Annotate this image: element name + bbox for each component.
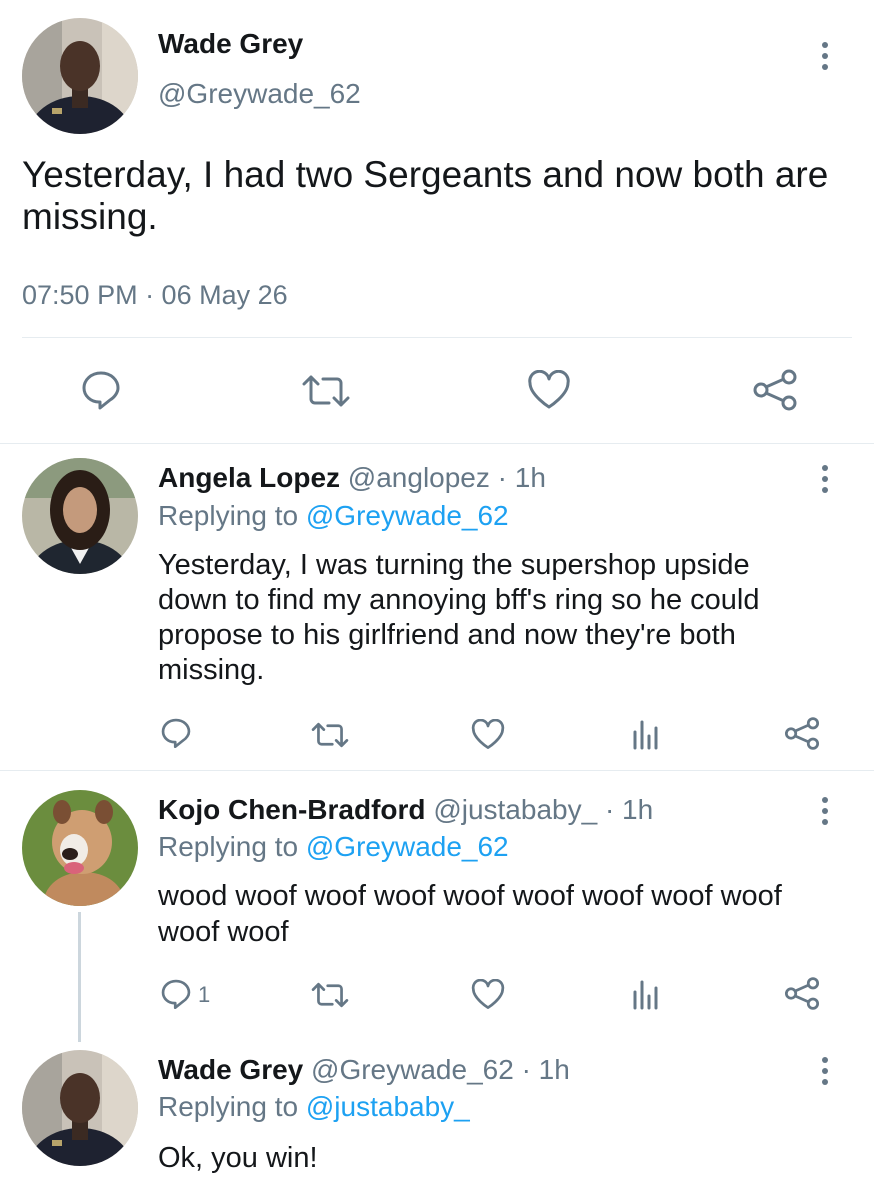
- more-options-icon[interactable]: [820, 1057, 830, 1085]
- reply-author-name[interactable]: Angela Lopez: [158, 462, 340, 493]
- reply-author-name[interactable]: Kojo Chen-Bradford: [158, 794, 426, 825]
- avatar-wade-grey[interactable]: [22, 18, 138, 134]
- avatar-kojo[interactable]: [22, 790, 138, 906]
- divider: [22, 337, 852, 338]
- reply-time: · 1h: [604, 794, 654, 825]
- main-tweet-timestamp: 07:50 PM · 06 May 26: [22, 280, 288, 310]
- avatar-image: [22, 458, 138, 574]
- reply-author-handle[interactable]: @Greywade_62: [311, 1054, 514, 1085]
- reply-header: Angela Lopez @anglopez · 1h: [158, 462, 546, 494]
- more-options-icon[interactable]: [820, 42, 830, 70]
- replying-label: Replying to: [158, 1091, 299, 1122]
- retweet-icon[interactable]: [310, 980, 350, 1010]
- like-icon[interactable]: [527, 370, 571, 410]
- reply-text: wood woof woof woof woof woof woof woof …: [158, 880, 782, 948]
- divider: [0, 443, 874, 444]
- more-options-icon[interactable]: [820, 465, 830, 493]
- reply-icon[interactable]: [160, 717, 192, 749]
- replying-to-link[interactable]: @Greywade_62: [306, 831, 509, 862]
- reply-icon[interactable]: [160, 978, 192, 1010]
- main-author-handle[interactable]: @Greywade_62: [158, 78, 361, 110]
- reply-author-handle[interactable]: @justababy_: [433, 794, 597, 825]
- retweet-icon[interactable]: [310, 720, 350, 750]
- reply-time: · 1h: [497, 462, 546, 493]
- retweet-icon[interactable]: [300, 372, 352, 410]
- main-tweet-text: Yesterday, I had two Sergeants and now b…: [22, 154, 829, 237]
- avatar-image: [22, 790, 138, 906]
- reply-text: Ok, you win!: [158, 1142, 318, 1174]
- reply-count: 1: [198, 982, 211, 1007]
- thread-line: [78, 912, 81, 1042]
- reply-author-name[interactable]: Wade Grey: [158, 1054, 303, 1085]
- share-icon[interactable]: [784, 717, 820, 750]
- reply-icon[interactable]: [80, 369, 122, 411]
- main-author-name[interactable]: Wade Grey: [158, 28, 303, 60]
- replying-label: Replying to: [158, 831, 299, 862]
- replying-to-line: Replying to @Greywade_62: [158, 500, 509, 532]
- like-icon[interactable]: [471, 979, 505, 1010]
- replying-to-link[interactable]: @justababy_: [306, 1091, 470, 1122]
- analytics-icon[interactable]: [632, 718, 660, 750]
- like-icon[interactable]: [471, 719, 505, 750]
- reply-header: Kojo Chen-Bradford @justababy_ · 1h: [158, 794, 653, 826]
- reply-time: · 1h: [521, 1054, 570, 1085]
- reply-author-handle[interactable]: @anglopez: [348, 462, 490, 493]
- replying-label: Replying to: [158, 500, 299, 531]
- analytics-icon[interactable]: [632, 978, 660, 1010]
- avatar-angela-lopez[interactable]: [22, 458, 138, 574]
- avatar-image: [22, 18, 138, 134]
- avatar-wade-grey[interactable]: [22, 1050, 138, 1166]
- avatar-image: [22, 1050, 138, 1166]
- reply-text: Yesterday, I was turning the supershop u…: [158, 549, 760, 686]
- divider: [0, 770, 874, 771]
- more-options-icon[interactable]: [820, 797, 830, 825]
- replying-to-link[interactable]: @Greywade_62: [306, 500, 509, 531]
- reply-header: Wade Grey @Greywade_62 · 1h: [158, 1054, 570, 1086]
- share-icon[interactable]: [752, 369, 798, 411]
- replying-to-line: Replying to @justababy_: [158, 1091, 470, 1123]
- share-icon[interactable]: [784, 977, 820, 1010]
- replying-to-line: Replying to @Greywade_62: [158, 831, 509, 863]
